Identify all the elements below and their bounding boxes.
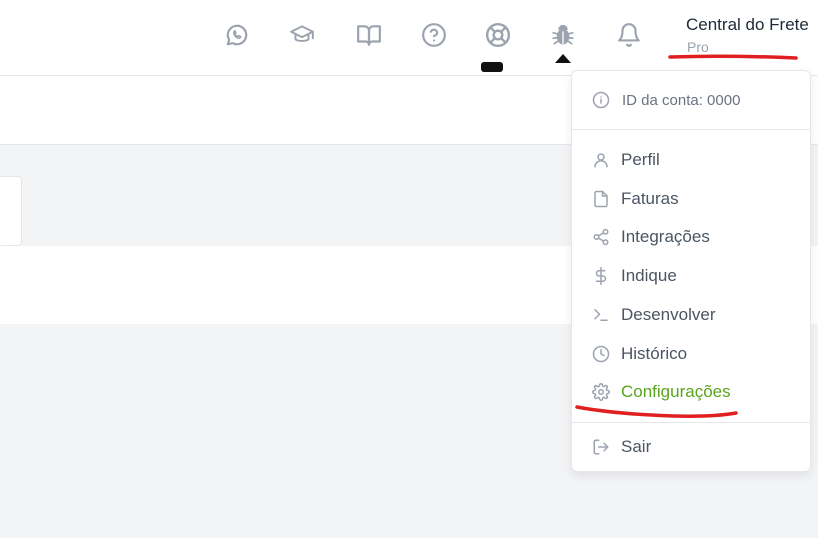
menu-item-perfil[interactable]: Perfil [572,141,810,179]
active-tab-indicator [481,62,503,72]
dollar-icon [595,267,607,285]
bell-icon[interactable] [612,18,646,52]
user-icon [594,153,608,168]
account-id-row: ID da conta: 0000 [572,71,810,130]
file-icon [594,190,608,208]
menu-item-label: Configurações [621,382,731,401]
menu-item-historico[interactable]: Histórico [572,335,810,373]
menu-item-label: Integrações [621,227,710,246]
red-underline-annotation-config [575,405,738,418]
book-icon[interactable] [352,18,386,52]
content-card [0,176,22,246]
menu-item-desenvolver[interactable]: Desenvolver [572,296,810,334]
lifebuoy-icon[interactable] [481,18,515,52]
menu-item-label: Histórico [621,344,688,363]
bug-icon[interactable] [546,18,580,52]
bug-tooltip-caret [555,54,571,63]
info-icon [592,91,610,109]
menu-item-integracoes[interactable]: Integrações [572,218,810,256]
gear-icon [592,383,610,401]
top-navbar [0,0,818,76]
menu-divider [572,422,810,423]
terminal-icon [594,309,608,321]
whatsapp-icon[interactable] [220,18,254,52]
user-name[interactable]: Central do Frete [686,15,809,35]
help-icon[interactable] [417,18,451,52]
clock-icon [592,345,610,363]
menu-item-label: Faturas [621,189,679,208]
menu-item-sair[interactable]: Sair [572,428,810,466]
menu-item-label: Sair [621,437,652,456]
menu-item-label: Desenvolver [621,305,716,324]
menu-item-label: Perfil [621,150,660,169]
menu-item-faturas[interactable]: Faturas [572,180,810,218]
account-id-label: ID da conta: 0000 [622,91,741,109]
logout-icon [593,439,609,455]
graduation-cap-icon[interactable] [285,18,319,52]
red-underline-annotation-user [668,54,798,60]
menu-item-label: Indique [621,266,677,285]
menu-item-indique[interactable]: Indique [572,257,810,295]
share-icon [593,228,609,246]
